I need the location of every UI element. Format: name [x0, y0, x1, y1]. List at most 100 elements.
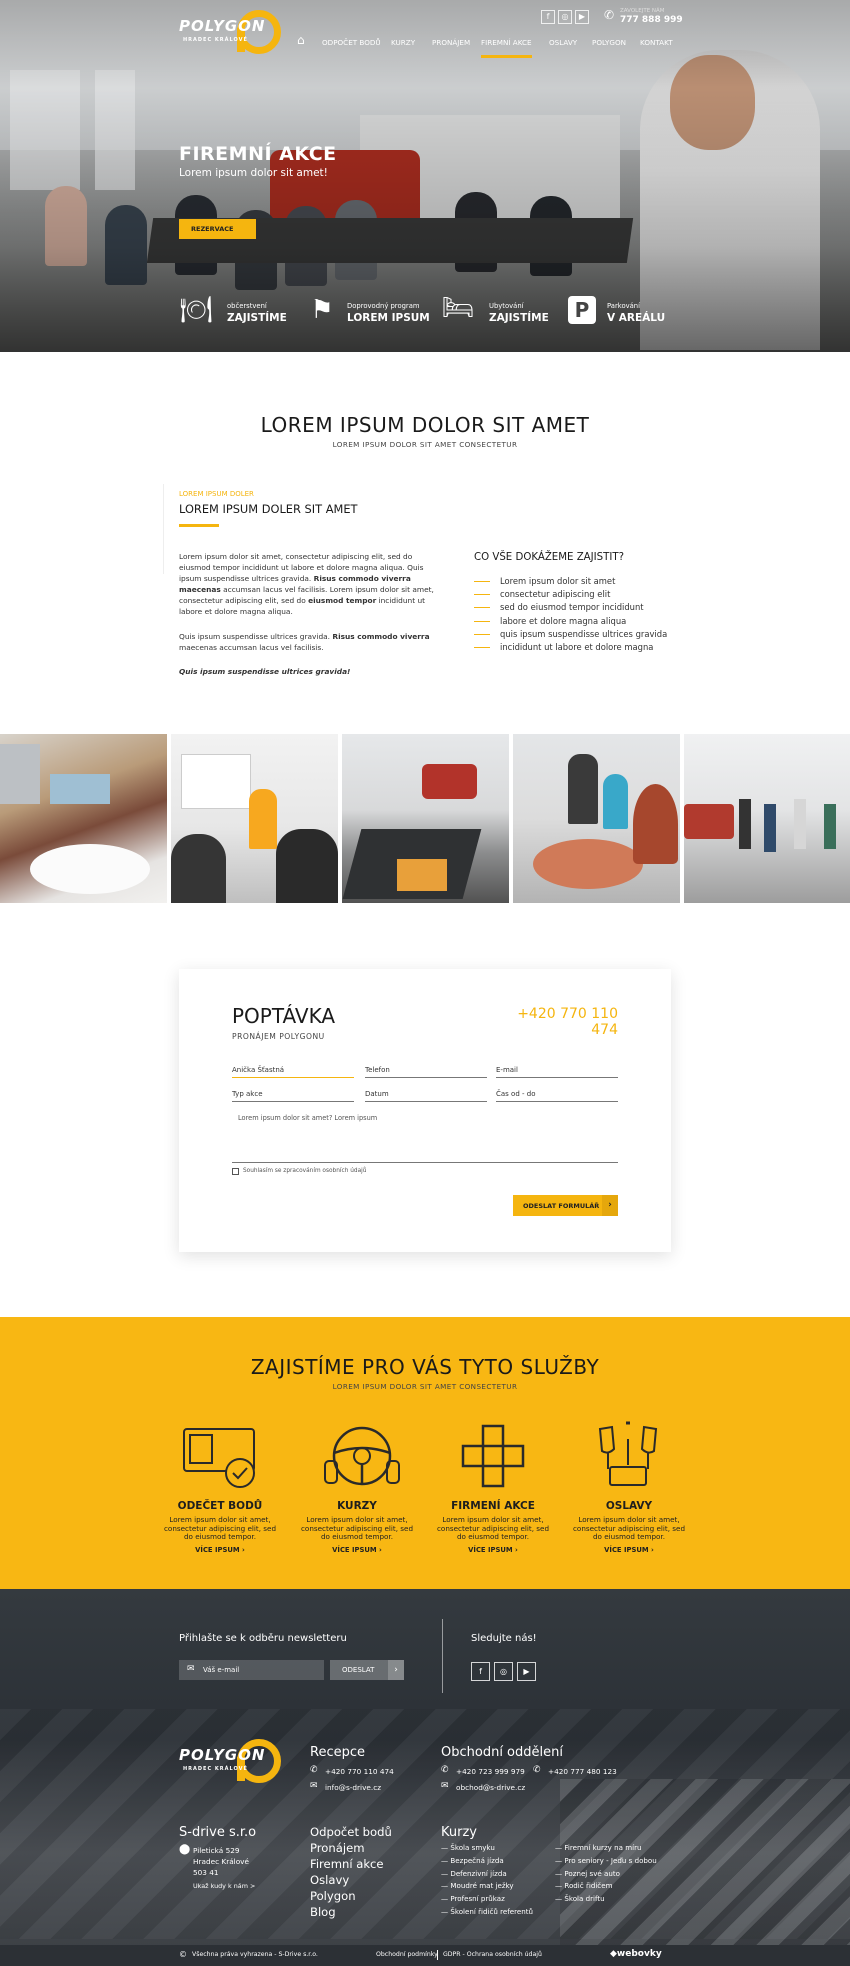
home-icon[interactable]: ⌂ [297, 33, 305, 47]
service-link-4[interactable]: VÍCE IPSUM › [569, 1546, 689, 1554]
facebook-icon[interactable]: f [471, 1662, 490, 1681]
time-field[interactable]: Čas od - do [496, 1090, 618, 1102]
nav-pronajem[interactable]: PRONÁJEM [432, 38, 470, 47]
course-link[interactable]: — Škola smyku [441, 1843, 533, 1856]
instagram-icon[interactable]: ◎ [558, 10, 572, 24]
submit-button[interactable]: ODESLAT FORMULÁŘ › [513, 1195, 618, 1216]
hero-section: POLYGON HRADEC KRÁLOVÉ f ◎ ▶ ✆ ZAVOLEJTE… [0, 0, 850, 352]
intro-paragraph-2: Quis ipsum suspendisse ultrices gravida.… [179, 632, 430, 652]
feature-big-3: ZAJISTÍME [489, 312, 549, 324]
course-link[interactable]: — Pro seniory - Jeďu s dobou [555, 1856, 657, 1869]
service-text-4: Lorem ipsum dolor sit amet, consectetur … [572, 1515, 686, 1541]
date-field[interactable]: Datum [365, 1090, 487, 1102]
consent-checkbox[interactable] [232, 1168, 239, 1175]
service-link-3[interactable]: VÍCE IPSUM › [433, 1546, 553, 1554]
logo-subtitle: HRADEC KRÁLOVÉ [183, 37, 248, 43]
sales-phone-1[interactable]: +420 723 999 979 [456, 1767, 525, 1776]
course-link[interactable]: — Poznej své auto [555, 1869, 657, 1882]
reception-phone[interactable]: +420 770 110 474 [325, 1767, 394, 1776]
services-subtitle: LOREM IPSUM DOLOR SIT AMET CONSECTETUR [332, 1382, 518, 1391]
nav-kurzy[interactable]: KURZY [391, 38, 415, 47]
cutlery-icon: 🍽 [179, 295, 213, 325]
message-field[interactable]: Lorem ipsum dolor sit amet? Lorem ipsum [232, 1111, 618, 1163]
reservation-button-label: REZERVACE [191, 225, 234, 233]
sales-title: Obchodní oddělení [441, 1745, 563, 1760]
chevron-right-icon: › [602, 1195, 618, 1216]
reception-email[interactable]: info@s-drive.cz [325, 1783, 381, 1792]
newsletter-submit[interactable]: ODESLAT › [330, 1660, 404, 1680]
gallery-photo-2[interactable] [171, 734, 338, 903]
nav-polygon[interactable]: POLYGON [592, 38, 626, 47]
course-link[interactable]: — Školení řidičů referentů [441, 1907, 533, 1920]
champagne-cake-icon [598, 1421, 658, 1486]
nav-oslavy[interactable]: OSLAVY [549, 38, 577, 47]
course-link[interactable]: — Rodič řidičem [555, 1881, 657, 1894]
logo[interactable]: POLYGON HRADEC KRÁLOVÉ [179, 10, 291, 56]
form-title: POPTÁVKA [232, 1004, 336, 1028]
course-link[interactable]: — Profesní průkaz [441, 1894, 533, 1907]
footer-menu-polygon[interactable]: Polygon [310, 1889, 356, 1903]
youtube-icon[interactable]: ▶ [575, 10, 589, 24]
facebook-icon[interactable]: f [541, 10, 555, 24]
submit-button-label: ODESLAT FORMULÁŘ [523, 1202, 600, 1210]
terms-link[interactable]: Obchodní podmínky [376, 1951, 438, 1958]
nav-odpocet-bodu[interactable]: ODPOČET BODŮ [322, 38, 381, 47]
chevron-right-icon: › [651, 1546, 654, 1554]
address-line-3: 503 41 [193, 1868, 219, 1877]
feature-small-1: občerstvení [227, 302, 267, 310]
sales-phone-2[interactable]: +420 777 480 123 [548, 1767, 617, 1776]
footer-menu-blog[interactable]: Blog [310, 1905, 336, 1919]
feature-small-2: Doprovodný program [347, 302, 420, 310]
service-title-3: FIRMENÍ AKCE [451, 1500, 535, 1512]
gallery-photo-1[interactable] [0, 734, 167, 903]
mail-icon: ✉ [187, 1664, 195, 1674]
services-title: ZAJISTÍME PRO VÁS TYTO SLUŽBY [250, 1355, 600, 1379]
instagram-icon[interactable]: ◎ [494, 1662, 513, 1681]
location-pin-icon: ⬤ [179, 1844, 191, 1855]
course-link[interactable]: — Škola driftu [555, 1894, 657, 1907]
name-field[interactable]: Anička Šťastná [232, 1066, 354, 1078]
gallery-photo-5[interactable] [684, 734, 850, 903]
header-phone[interactable]: 777 888 999 [620, 15, 683, 25]
footer-menu-odpocet[interactable]: Odpočet bodů [310, 1825, 392, 1839]
list-item: quis ipsum suspendisse ultrices gravida [474, 629, 714, 642]
webovky-logo[interactable]: ◆webovky [610, 1949, 662, 1959]
event-type-field[interactable]: Typ akce [232, 1090, 354, 1102]
phone-icon: ✆ [604, 8, 615, 22]
form-phone[interactable]: +420 770 110 474 [503, 1006, 618, 1038]
course-link[interactable]: — Bezpečná jízda [441, 1856, 533, 1869]
form-subtitle: PRONÁJEM POLYGONU [232, 1032, 325, 1041]
email-field[interactable]: E-mail [496, 1066, 618, 1078]
directions-link[interactable]: Ukaž kudy k nám > [193, 1882, 255, 1890]
course-link[interactable]: — Defenzivní jízda [441, 1869, 533, 1882]
sales-email[interactable]: obchod@s-drive.cz [456, 1783, 525, 1792]
footer: Přihlašte se k odběru newsletteru ✉ Váš … [0, 1589, 850, 1966]
footer-menu-pronajem[interactable]: Pronájem [310, 1841, 365, 1855]
gdpr-link[interactable]: GDPR - Ochrana osobních údajů [443, 1951, 542, 1958]
newsletter-email-input[interactable]: ✉ Váš e-mail [179, 1660, 324, 1680]
list-item: labore et dolore magna aliqua [474, 616, 714, 629]
phone-field[interactable]: Telefon [365, 1066, 487, 1078]
intro-paragraph-1: Lorem ipsum dolor sit amet, consectetur … [179, 552, 434, 616]
service-link-2[interactable]: VÍCE IPSUM › [297, 1546, 417, 1554]
service-link-1[interactable]: VÍCE IPSUM › [160, 1546, 280, 1554]
footer-logo[interactable]: POLYGON HRADEC KRÁLOVÉ [179, 1739, 291, 1785]
courses-left: — Škola smyku — Bezpečná jízda — Defenzi… [441, 1843, 533, 1920]
list-title: CO VŠE DOKÁŽEME ZAJISTIT? [474, 552, 624, 563]
footer-menu-oslavy[interactable]: Oslavy [310, 1873, 349, 1887]
course-link[interactable]: — Moudré mat ježky [441, 1881, 533, 1894]
phone-icon: ✆ [310, 1765, 318, 1775]
service-text-1: Lorem ipsum dolor sit amet, consectetur … [163, 1515, 277, 1541]
nav-kontakt[interactable]: KONTAKT [640, 38, 673, 47]
reservation-button[interactable]: REZERVACE [179, 219, 256, 239]
consent-label: Souhlasím se zpracováním osobních údajů [243, 1168, 367, 1174]
course-link[interactable]: — Firemní kurzy na míru [555, 1843, 657, 1856]
hands-icon [461, 1424, 525, 1488]
footer-menu-firemni-akce[interactable]: Firemní akce [310, 1857, 384, 1871]
gallery-photo-4[interactable] [513, 734, 680, 903]
intro-subtitle: LOREM IPSUM DOLOR SIT AMET CONSECTETUR [332, 440, 518, 449]
gallery-photo-3[interactable] [342, 734, 509, 903]
youtube-icon[interactable]: ▶ [517, 1662, 536, 1681]
nav-firemni-akce[interactable]: FIREMNÍ AKCE [481, 38, 532, 58]
heading-underline [179, 524, 219, 527]
